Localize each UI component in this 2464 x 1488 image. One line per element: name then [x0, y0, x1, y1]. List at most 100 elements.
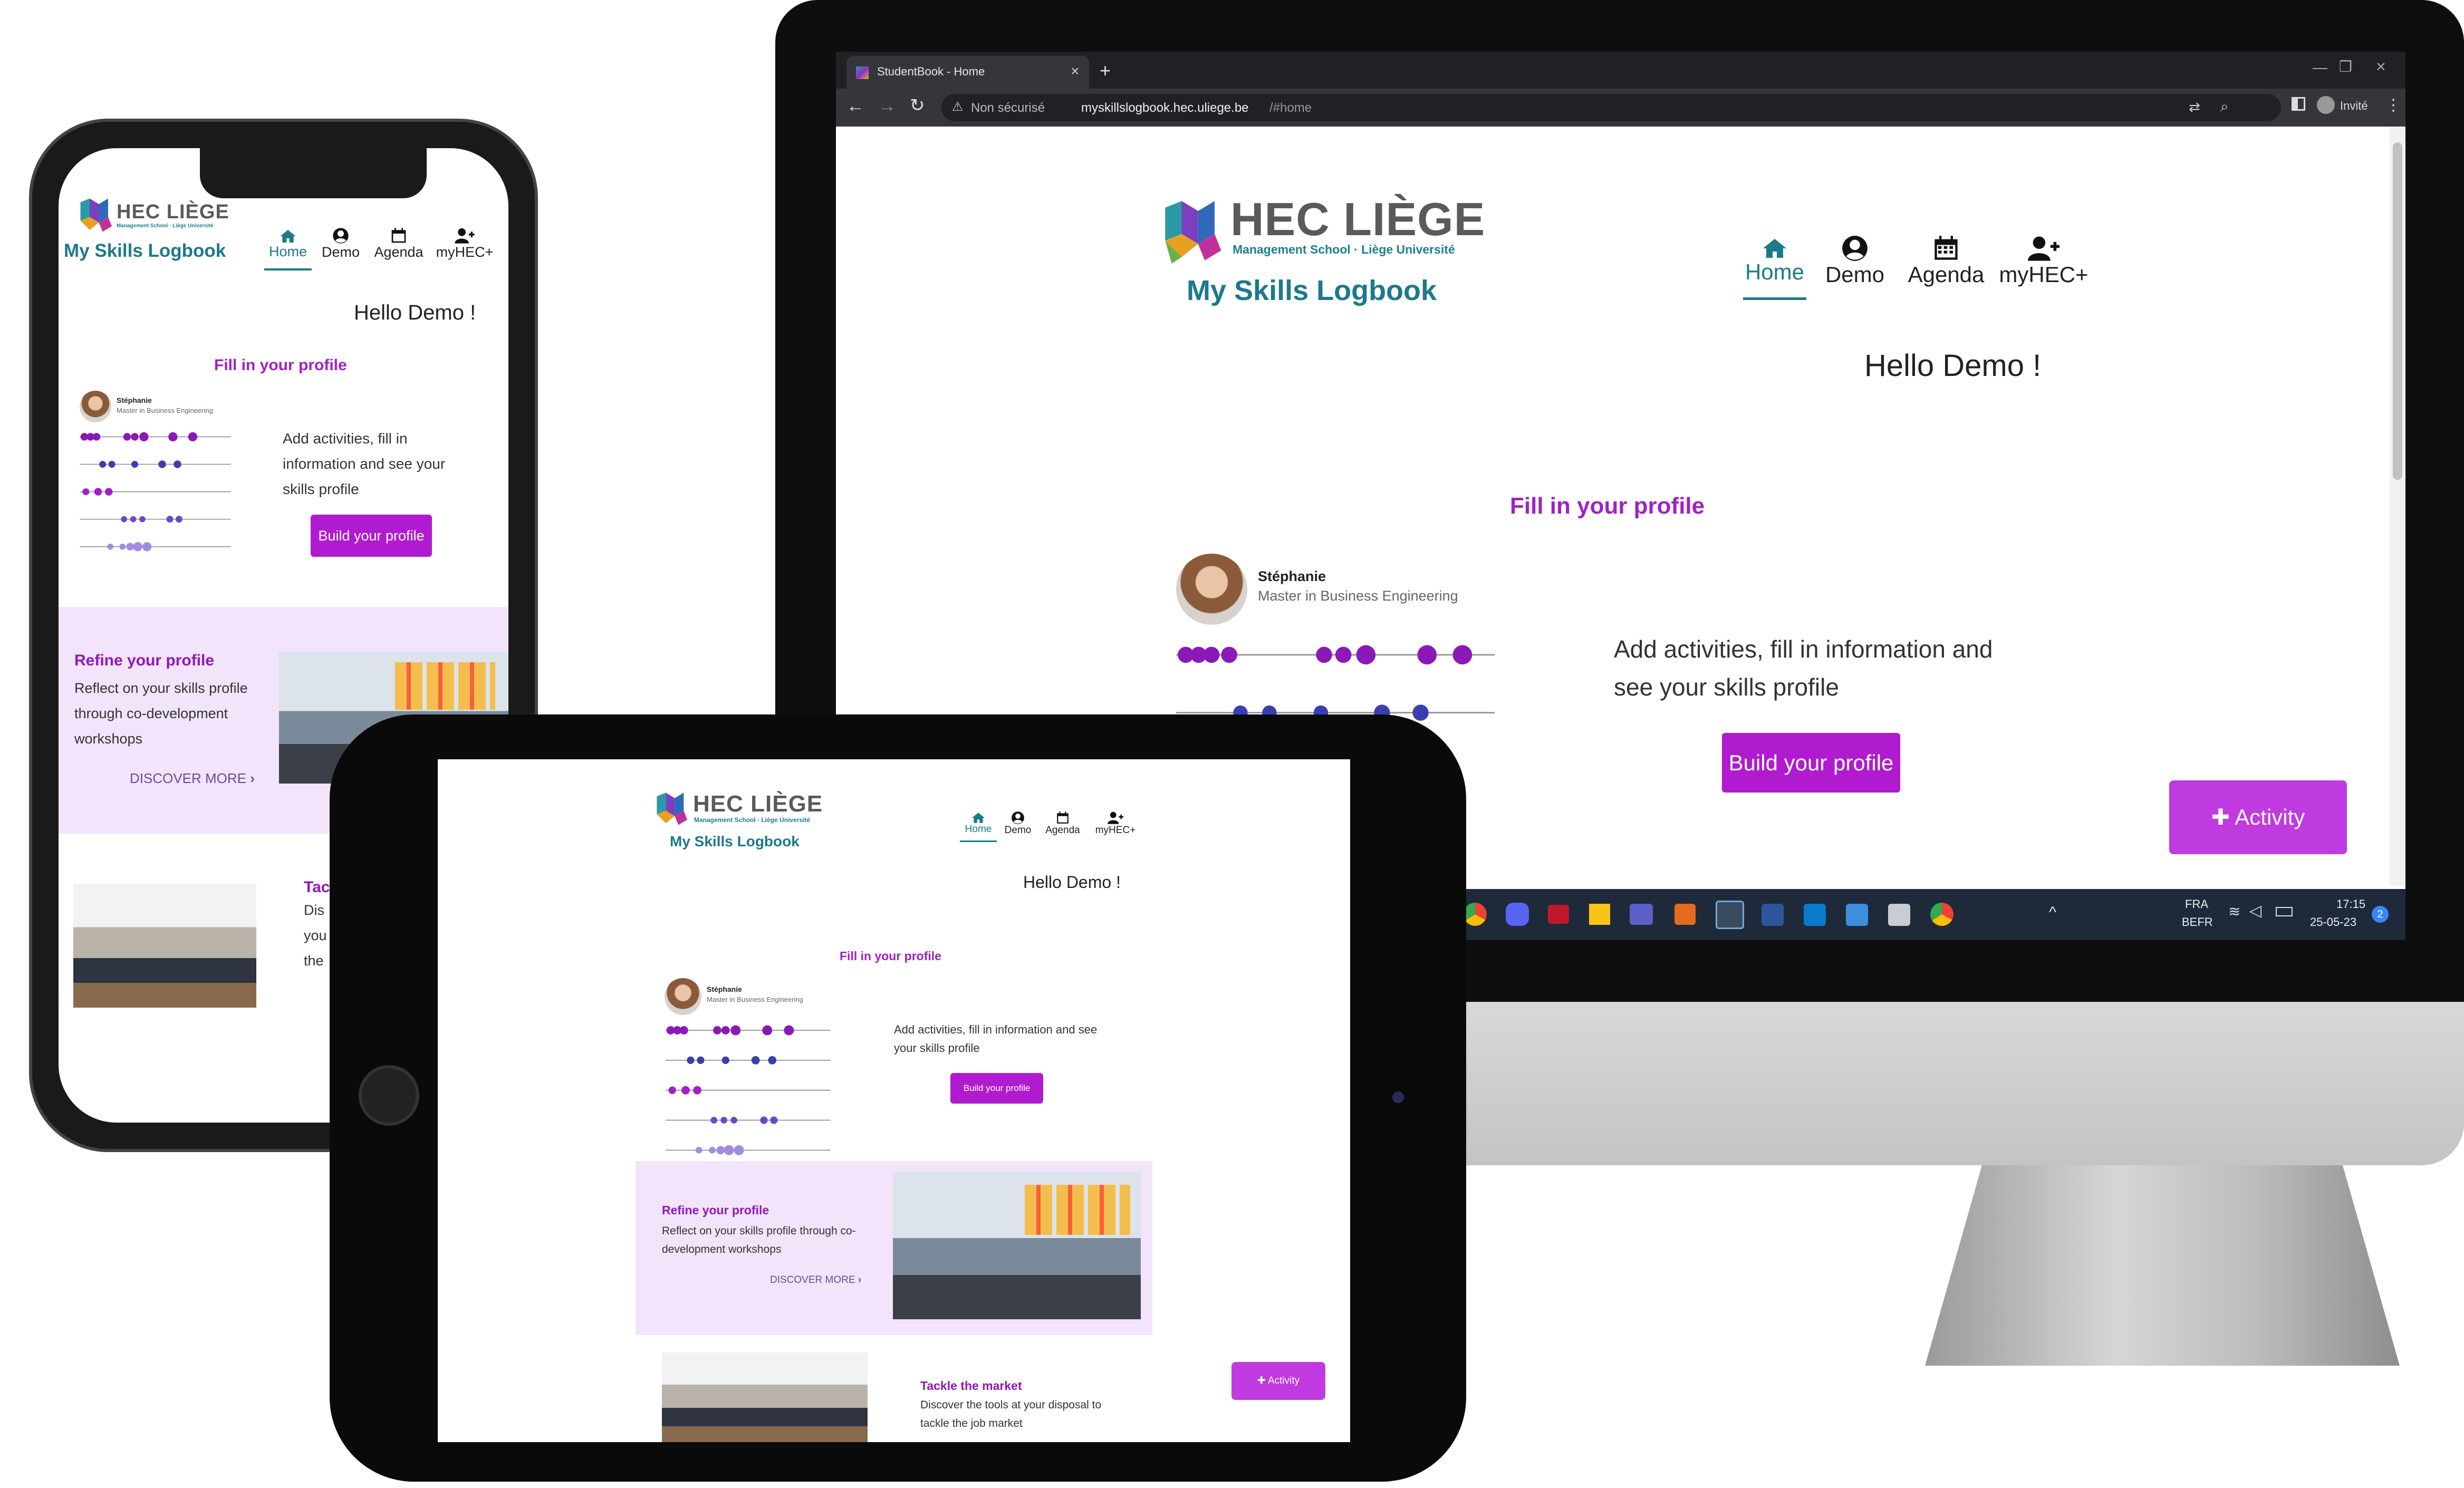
tackle-text-partial-2: you: [304, 927, 327, 943]
nav-agenda-label: Agenda: [1908, 262, 1985, 287]
tab-close-icon[interactable]: ×: [1071, 63, 1079, 80]
browser-tab[interactable]: StudentBook - Home ×: [846, 56, 1089, 89]
build-profile-button[interactable]: Build your profile: [950, 1073, 1043, 1104]
taskbar-app-icon[interactable]: [1464, 903, 1487, 926]
scrollbar-thumb[interactable]: [2393, 142, 2402, 480]
plus-icon: ✚: [1257, 1375, 1268, 1386]
discover-more-label: DISCOVER MORE: [130, 770, 247, 786]
refine-title: Refine your profile: [662, 1203, 769, 1217]
discover-more-label: DISCOVER MORE: [770, 1274, 855, 1286]
app-title[interactable]: My Skills Logbook: [64, 240, 226, 262]
scrollbar[interactable]: [2390, 127, 2405, 886]
minimize-icon[interactable]: —: [2313, 59, 2327, 76]
nav-agenda-label: Agenda: [374, 244, 424, 260]
clock-time[interactable]: 17:15: [2336, 897, 2365, 911]
nav-myhec[interactable]: myHEC+: [1996, 235, 2091, 287]
nav-agenda[interactable]: Agenda: [1904, 235, 1988, 287]
nav-home[interactable]: Home: [960, 812, 997, 842]
discover-more-link[interactable]: DISCOVER MORE ›: [130, 770, 255, 787]
lang-region[interactable]: BEFR: [2182, 915, 2213, 929]
nav-myhec-label: myHEC+: [1999, 262, 2088, 287]
wifi-icon[interactable]: ≋: [2228, 903, 2240, 920]
nav-agenda-label: Agenda: [1045, 825, 1080, 836]
build-profile-button[interactable]: Build your profile: [1722, 733, 1900, 793]
volume-icon[interactable]: ◁: [2249, 902, 2261, 920]
nav-home-label: Home: [1745, 259, 1805, 284]
app-title[interactable]: My Skills Logbook: [670, 833, 800, 850]
nav-home[interactable]: Home: [1743, 237, 1806, 300]
profile-name: Stéphanie: [707, 985, 742, 993]
calendar-icon: [1057, 811, 1069, 824]
nav-demo-label: Demo: [1825, 262, 1885, 287]
new-tab-icon[interactable]: +: [1100, 60, 1111, 82]
calendar-icon: [391, 228, 406, 243]
translate-icon[interactable]: ⇄: [2189, 99, 2200, 115]
profile-avatar: [80, 391, 111, 422]
taskbar-snip-icon[interactable]: [1716, 901, 1744, 929]
taskbar-teams-icon[interactable]: [1630, 904, 1653, 925]
back-icon[interactable]: ←: [846, 96, 864, 117]
zoom-icon[interactable]: ⌕: [2220, 98, 2229, 115]
taskbar-app-icon-red[interactable]: [1548, 905, 1569, 924]
tablet-home-button[interactable]: [359, 1065, 419, 1126]
taskbar-sticky-notes-icon[interactable]: [1589, 904, 1610, 925]
tray-chevron-icon[interactable]: ^: [2049, 904, 2056, 922]
taskbar-app-icon-blue[interactable]: [1846, 904, 1868, 926]
add-activity-button[interactable]: ✚ Activity: [2169, 780, 2347, 854]
menu-dots-icon[interactable]: ⋮: [2385, 96, 2401, 114]
nav-myhec[interactable]: myHEC+: [433, 227, 496, 260]
tablet-camera: [1392, 1091, 1404, 1103]
skills-chart: [666, 1025, 831, 1155]
maximize-icon[interactable]: ❐: [2339, 58, 2352, 75]
taskbar-app-icon-grey[interactable]: [1888, 904, 1910, 926]
taskbar-vscode-icon[interactable]: [1804, 904, 1826, 926]
taskbar-app-icon-orange[interactable]: [1674, 904, 1696, 925]
app-title[interactable]: My Skills Logbook: [1187, 274, 1437, 307]
profile-avatar: [665, 978, 701, 1015]
tab-favicon: [856, 66, 869, 79]
nav-home-label: Home: [268, 244, 307, 259]
nav-agenda[interactable]: Agenda: [1039, 811, 1086, 836]
lang-code[interactable]: FRA: [2185, 897, 2208, 911]
nav-demo[interactable]: Demo: [1823, 235, 1886, 287]
home-icon: [1763, 239, 1786, 258]
taskbar-word-icon[interactable]: [1762, 904, 1784, 926]
profile-icon[interactable]: [2317, 96, 2335, 114]
phone-notch: [200, 148, 427, 198]
reload-icon[interactable]: ↻: [910, 95, 925, 116]
build-profile-button[interactable]: Build your profile: [311, 515, 432, 557]
battery-icon[interactable]: [2276, 907, 2293, 916]
greeting: Hello Demo !: [354, 301, 476, 324]
chevron-right-icon: ›: [858, 1274, 862, 1286]
profile-label[interactable]: Invité: [2340, 99, 2368, 113]
url-host: myskillslogbook.hec.uliege.be: [1081, 101, 1249, 115]
warning-icon: ⚠: [952, 100, 964, 114]
discover-more-link[interactable]: DISCOVER MORE ›: [770, 1274, 861, 1286]
fill-profile-title: Fill in your profile: [214, 356, 347, 374]
notification-badge[interactable]: 2: [2372, 906, 2389, 923]
fill-profile-text: Add activities, fill in information and …: [894, 1023, 1098, 1055]
handshake-photo: [73, 884, 256, 1008]
add-activity-label: Activity: [1267, 1375, 1300, 1386]
nav-active-underline: [960, 840, 997, 842]
sidebar-icon[interactable]: [2292, 97, 2305, 111]
nav-agenda[interactable]: Agenda: [370, 227, 428, 260]
nav-myhec[interactable]: myHEC+: [1089, 811, 1142, 836]
taskbar-chrome-icon[interactable]: [1930, 903, 1953, 926]
refine-panel: Refine your profile Reflect on your skil…: [636, 1161, 1152, 1335]
nav-home[interactable]: Home: [264, 229, 312, 270]
address-bar[interactable]: ⚠ Non sécurisé myskillslogbook.hec.ulieg…: [941, 94, 2281, 121]
skills-chart: [80, 432, 231, 552]
tackle-text-partial-1: Dis: [304, 902, 324, 918]
nav-demo[interactable]: Demo: [317, 227, 364, 260]
close-window-icon[interactable]: ×: [2376, 57, 2386, 76]
nav-myhec-label: myHEC+: [1095, 825, 1136, 836]
profile-name: Stéphanie: [117, 396, 152, 404]
clock-date[interactable]: 25-05-23: [2310, 915, 2356, 929]
nav-demo[interactable]: Demo: [999, 811, 1036, 836]
browser-toolbar: ← → ↻ ⚠ Non sécurisé myskillslogbook.hec…: [836, 89, 2405, 127]
taskbar-discord-icon[interactable]: [1506, 903, 1529, 926]
add-activity-button[interactable]: ✚ Activity: [1231, 1362, 1325, 1400]
user-plus-icon: [2028, 236, 2059, 261]
forward-icon[interactable]: →: [878, 96, 896, 117]
